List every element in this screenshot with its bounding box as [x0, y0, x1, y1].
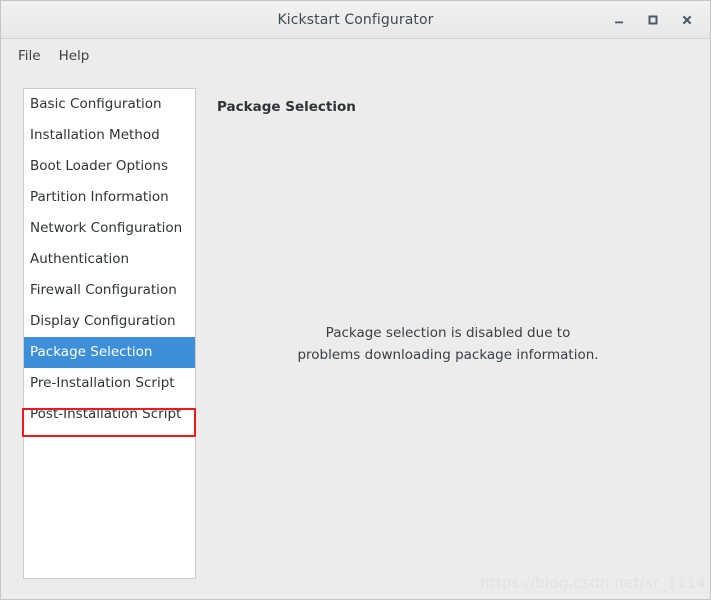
page-title: Package Selection: [217, 99, 356, 115]
disabled-message-line-1: Package selection is disabled due to: [325, 325, 571, 341]
sidebar-item-package-selection[interactable]: Package Selection: [24, 337, 195, 368]
disabled-message: Package selection is disabled due to pro…: [198, 322, 698, 366]
window-title: Kickstart Configurator: [277, 11, 434, 28]
sidebar-item-firewall-configuration[interactable]: Firewall Configuration: [24, 275, 195, 306]
close-button[interactable]: [670, 5, 704, 35]
disabled-message-line-2: problems downloading package information…: [297, 347, 599, 363]
window-controls: [602, 1, 704, 38]
section-list[interactable]: Basic Configuration Installation Method …: [23, 88, 196, 579]
content-area: Basic Configuration Installation Method …: [1, 72, 710, 599]
sidebar-item-authentication[interactable]: Authentication: [24, 244, 195, 275]
sidebar-item-display-configuration[interactable]: Display Configuration: [24, 306, 195, 337]
sidebar-item-partition-information[interactable]: Partition Information: [24, 182, 195, 213]
sidebar-item-installation-method[interactable]: Installation Method: [24, 120, 195, 151]
menu-item-file[interactable]: File: [9, 45, 50, 67]
sidebar-item-network-configuration[interactable]: Network Configuration: [24, 213, 195, 244]
sidebar-item-post-installation-script[interactable]: Post-Installation Script: [24, 399, 195, 430]
application-window: Kickstart Configurator File Help Basic C…: [0, 0, 711, 600]
watermark: https://blog.csdn.net/sr_1114: [480, 574, 706, 592]
title-bar[interactable]: Kickstart Configurator: [1, 1, 710, 39]
sidebar-item-boot-loader-options[interactable]: Boot Loader Options: [24, 151, 195, 182]
minimize-button[interactable]: [602, 5, 636, 35]
menu-bar: File Help: [1, 39, 710, 72]
sidebar-item-pre-installation-script[interactable]: Pre-Installation Script: [24, 368, 195, 399]
sidebar-item-basic-configuration[interactable]: Basic Configuration: [24, 89, 195, 120]
maximize-button[interactable]: [636, 5, 670, 35]
menu-item-help[interactable]: Help: [50, 45, 99, 67]
